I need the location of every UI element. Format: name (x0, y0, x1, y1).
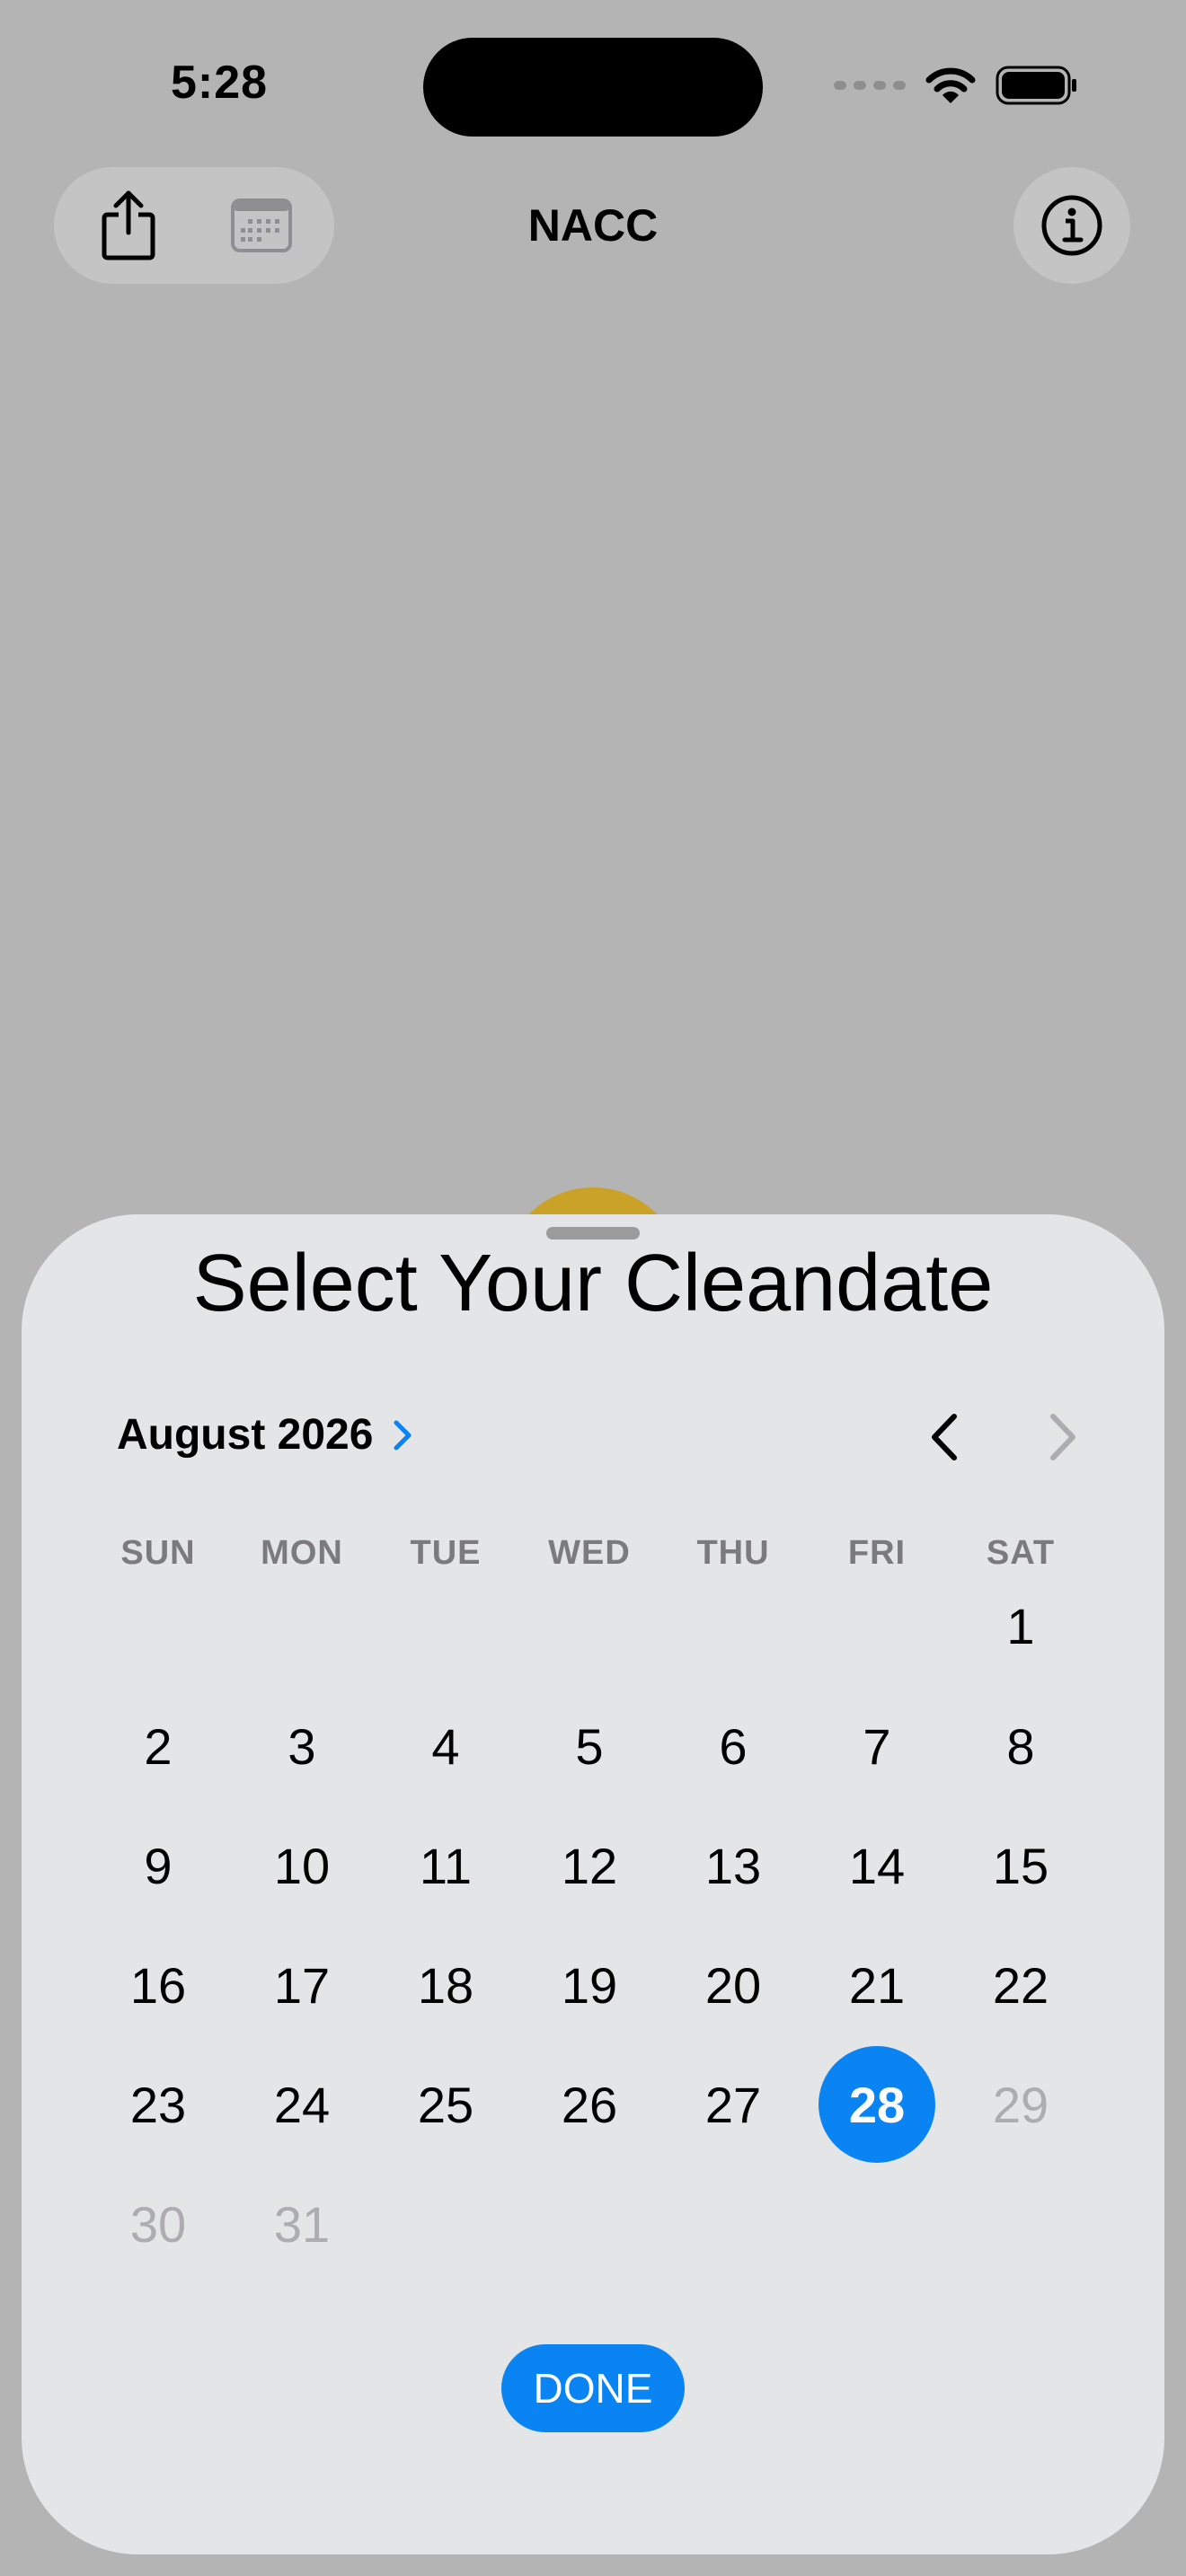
calendar-day[interactable]: 13 (675, 1807, 792, 1924)
calendar-day[interactable]: 15 (962, 1807, 1079, 1924)
calendar-day[interactable]: 19 (531, 1927, 648, 2043)
status-time: 5:28 (171, 57, 269, 109)
weekday-label: WED (548, 1534, 631, 1572)
selected-day[interactable]: 28 (819, 2046, 935, 2163)
info-button[interactable] (1013, 167, 1130, 284)
weekday-label: THU (696, 1534, 770, 1572)
calendar-day[interactable]: 6 (675, 1688, 792, 1804)
calendar-day[interactable]: 20 (675, 1927, 792, 2043)
done-button[interactable]: DONE (501, 2344, 685, 2432)
calendar-day[interactable]: 3 (243, 1688, 360, 1804)
calendar-day[interactable]: 26 (531, 2046, 648, 2163)
status-icons (834, 63, 1078, 108)
calendar-day[interactable]: 4 (387, 1688, 504, 1804)
weekday-header-row: SUN MON TUE WED THU FRI SAT (22, 1534, 1164, 1579)
calendar-day: 31 (273, 2195, 331, 2253)
calendar-day[interactable]: 8 (962, 1688, 1079, 1804)
sheet-title: Select Your Cleandate (192, 1239, 994, 1328)
calendar-day: 29 (992, 2076, 1049, 2133)
calendar-day[interactable]: 7 (819, 1688, 935, 1804)
chevron-right-icon (1050, 1414, 1075, 1460)
calendar-day[interactable]: 23 (100, 2046, 217, 2163)
calendar-day[interactable]: 27 (675, 2046, 792, 2163)
weekday-label: SUN (120, 1534, 196, 1572)
chevron-left-icon (932, 1414, 957, 1460)
nav-title: NACC (527, 200, 659, 251)
dynamic-island (423, 38, 763, 137)
month-label: August 2026 (117, 1411, 374, 1459)
weekday-label: TUE (410, 1534, 482, 1572)
calendar-day[interactable]: 24 (243, 2046, 360, 2163)
calendar-day[interactable]: 5 (531, 1688, 648, 1804)
calendar-day[interactable]: 18 (387, 1927, 504, 2043)
calendar-day[interactable]: 25 (387, 2046, 504, 2163)
next-month-button[interactable] (1026, 1401, 1098, 1473)
weekday-label: FRI (847, 1534, 907, 1572)
battery-icon (996, 66, 1076, 105)
cellular-signal-icon (834, 81, 906, 90)
calendar-day[interactable]: 9 (100, 1807, 217, 1924)
calendar-day[interactable]: 14 (819, 1807, 935, 1924)
calendar-day[interactable]: 16 (100, 1927, 217, 2043)
calendar-day[interactable]: 2 (100, 1688, 217, 1804)
weekday-label: MON (261, 1534, 343, 1572)
calendar-day[interactable]: 22 (962, 1927, 1079, 2043)
previous-month-button[interactable] (909, 1401, 981, 1473)
calendar-day[interactable]: 11 (387, 1807, 504, 1924)
calendar-day[interactable]: 1 (962, 1567, 1079, 1684)
month-year-picker[interactable]: August 2026 (117, 1410, 414, 1460)
chevron-right-icon (394, 1420, 412, 1450)
calendar-day[interactable]: 17 (243, 1927, 360, 2043)
info-icon (1041, 195, 1102, 256)
calendar-day[interactable]: 21 (819, 1927, 935, 2043)
calendar-day: 30 (129, 2195, 187, 2253)
date-picker-sheet: Select Your Cleandate August 2026 SUN MON… (22, 1214, 1164, 2554)
calendar-day[interactable]: 10 (243, 1807, 360, 1924)
wifi-icon (925, 67, 976, 103)
calendar-day[interactable]: 12 (531, 1807, 648, 1924)
